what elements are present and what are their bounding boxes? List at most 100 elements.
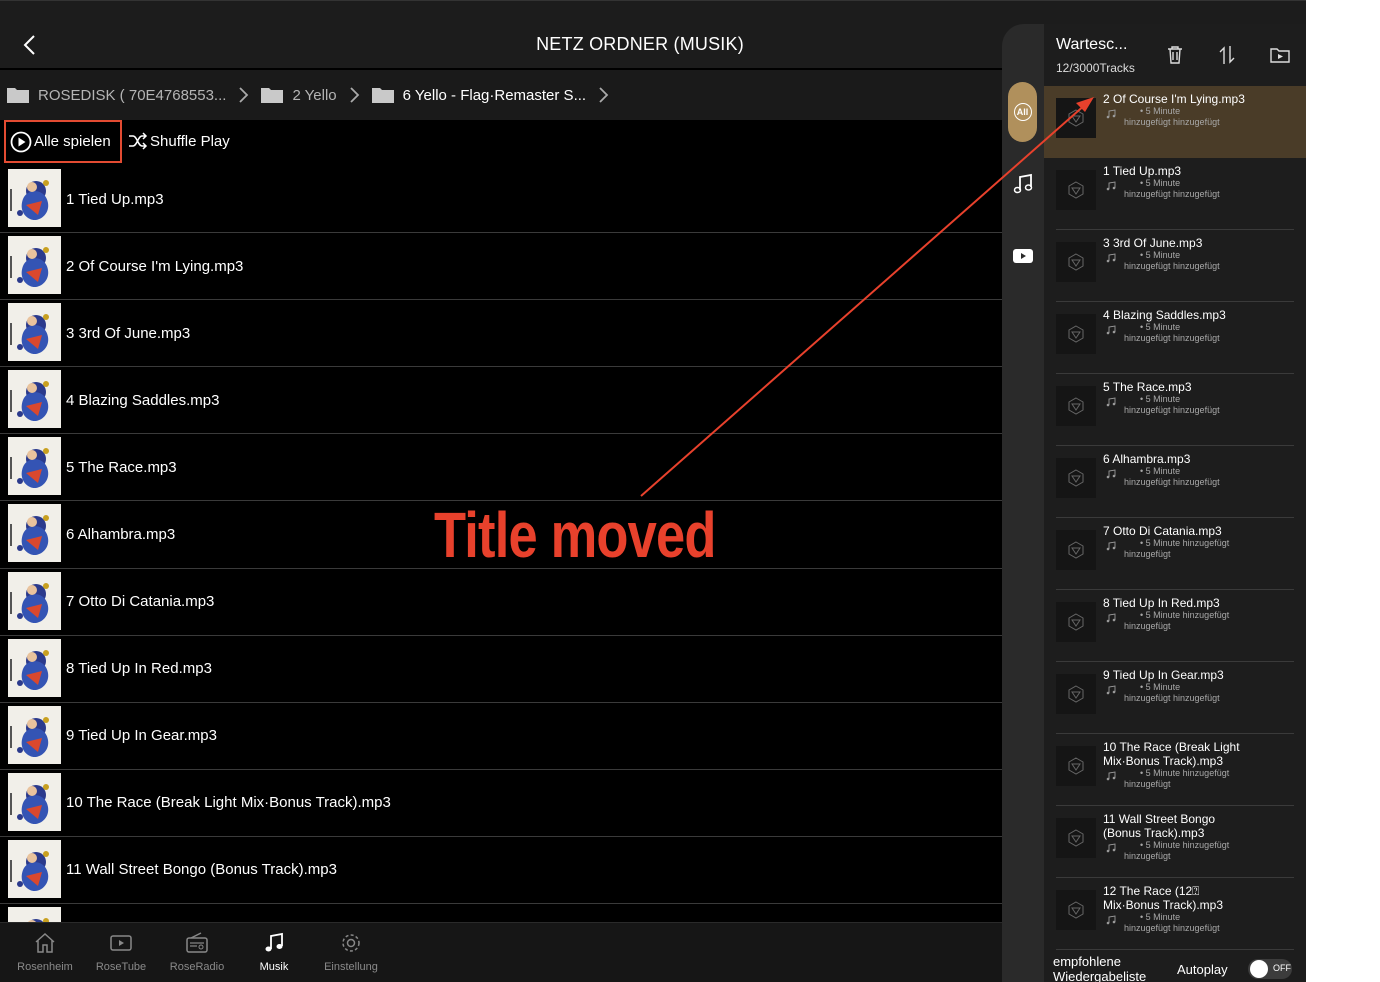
- track-row[interactable]: 9 Tied Up In Gear.mp3: [0, 703, 1002, 770]
- queue-item-duration: • 5 Minute: [1140, 466, 1181, 476]
- breadcrumb-item[interactable]: ROSEDISK ( 70E4768553...: [6, 85, 250, 105]
- autoplay-label: Autoplay: [1177, 962, 1228, 977]
- queue-item[interactable]: 5 The Race.mp3 • 5 Minute hinzugefügt hinz…: [1056, 374, 1294, 446]
- album-art-icon: [8, 907, 61, 922]
- nav-roseradio[interactable]: RoseRadio: [159, 931, 235, 973]
- disc-placeholder-icon: [1068, 109, 1084, 127]
- nav-label: Einstellung: [324, 961, 378, 973]
- queue-count: 12/3000Tracks: [1056, 61, 1135, 75]
- queue-item[interactable]: 3 3rd Of June.mp3 • 5 Minute hinzugefügt h…: [1056, 230, 1294, 302]
- page-title: NETZ ORDNER (MUSIK): [536, 34, 744, 54]
- queue-thumb: [1056, 890, 1096, 930]
- track-title: 11 Wall Street Bongo (Bonus Track).mp3: [66, 861, 337, 879]
- nav-musik[interactable]: Musik: [236, 931, 312, 973]
- music-note-icon[interactable]: [1011, 172, 1035, 196]
- album-art: [8, 772, 61, 831]
- annotation-text: Title moved: [434, 499, 716, 571]
- queue-item-name: 8 Tied Up In Red.mp3: [1103, 596, 1220, 610]
- queue-item-duration: • 5 Minute: [1140, 394, 1181, 404]
- reorder-icon[interactable]: [1216, 44, 1238, 66]
- queue-side-rail: All: [1002, 24, 1044, 982]
- folder-play-icon[interactable]: [1269, 44, 1291, 66]
- shuffle-play-button[interactable]: Shuffle Play: [128, 132, 230, 150]
- queue-item-added: hinzugefügt hinzugefügt: [1124, 117, 1220, 127]
- album-art-icon: [8, 236, 61, 295]
- queue-item[interactable]: 10 The Race (Break Light Mix·Bonus Track…: [1056, 734, 1294, 806]
- album-art: [8, 571, 61, 630]
- nav-rosenheim[interactable]: Rosenheim: [7, 931, 83, 973]
- queue-item[interactable]: 7 Otto Di Catania.mp3 • 5 Minute hinzugef…: [1056, 518, 1294, 590]
- track-title: 6 Alhambra.mp3: [66, 526, 176, 544]
- trash-icon[interactable]: [1164, 44, 1186, 66]
- queue-item-added: hinzugefügt hinzugefügt: [1124, 405, 1220, 415]
- disc-placeholder-icon: [1068, 901, 1084, 919]
- queue-item-name: 12 The Race (12⍰ Mix·Bonus Track).mp3: [1103, 884, 1224, 912]
- nav-label: RoseTube: [95, 961, 147, 973]
- album-art-icon: [8, 705, 61, 764]
- play-all-label: Alle spielen: [34, 133, 111, 150]
- queue-item-name: 10 The Race (Break Light Mix·Bonus Track…: [1103, 740, 1240, 768]
- track-row[interactable]: 1 Tied Up.mp3: [0, 166, 1002, 234]
- shuffle-label: Shuffle Play: [150, 132, 230, 150]
- queue-item[interactable]: 1 Tied Up.mp3 • 5 Minute hinzugefügt hinzu…: [1056, 158, 1294, 230]
- queue-item[interactable]: 9 Tied Up In Gear.mp3 • 5 Minute hinzugefü…: [1056, 662, 1294, 734]
- chevron-left-icon: [23, 35, 35, 55]
- nav-rosetube[interactable]: RoseTube: [83, 931, 159, 973]
- queue-item-duration: • 5 Minute: [1140, 912, 1181, 922]
- nav-label: Rosenheim: [17, 961, 73, 973]
- filter-all-button[interactable]: All: [1008, 82, 1037, 142]
- queue-item[interactable]: 12 The Race (12⍰ Mix·Bonus Track).mp3 • 5…: [1056, 878, 1294, 950]
- queue-item-playing[interactable]: 2 Of Course I'm Lying.mp3 • 5 Minute hinzu…: [1044, 86, 1306, 158]
- queue-item-added: hinzugefügt: [1124, 851, 1171, 861]
- queue-item-text: 2 Of Course I'm Lying.mp3 • 5 Minute hinzu…: [1103, 92, 1255, 128]
- album-art: [8, 236, 61, 295]
- music-note-icon: [1106, 181, 1116, 191]
- track-row[interactable]: 8 Tied Up In Red.mp3: [0, 636, 1002, 703]
- track-row-partial[interactable]: [0, 904, 1002, 922]
- track-row[interactable]: 3 3rd Of June.mp3: [0, 300, 1002, 368]
- nav-einstellung[interactable]: Einstellung: [313, 931, 389, 973]
- breadcrumb-item[interactable]: 2 Yello: [260, 85, 360, 105]
- queue-item-duration: • 5 Minute hinzugefügt: [1140, 610, 1230, 620]
- album-art: [8, 169, 61, 227]
- track-title: 9 Tied Up In Gear.mp3: [66, 727, 217, 745]
- queue-item-text: 12 The Race (12⍰ Mix·Bonus Track).mp3 • 5…: [1103, 884, 1255, 934]
- track-row[interactable]: 2 Of Course I'm Lying.mp3: [0, 233, 1002, 301]
- track-row[interactable]: 11 Wall Street Bongo (Bonus Track).mp3: [0, 837, 1002, 905]
- queue-thumb: [1056, 386, 1096, 426]
- track-row[interactable]: 7 Otto Di Catania.mp3: [0, 569, 1002, 636]
- queue-thumb: [1056, 170, 1096, 210]
- queue-item-text: 5 The Race.mp3 • 5 Minute hinzugefügt hinz…: [1103, 380, 1255, 416]
- queue-list: 2 Of Course I'm Lying.mp3 • 5 Minute hinzu…: [1044, 86, 1306, 952]
- queue-item[interactable]: 11 Wall Street Bongo (Bonus Track).mp3 • …: [1056, 806, 1294, 878]
- youtube-icon[interactable]: [1011, 244, 1035, 268]
- track-row[interactable]: 5 The Race.mp3: [0, 434, 1002, 502]
- track-row[interactable]: 4 Blazing Saddles.mp3: [0, 367, 1002, 435]
- queue-item-text: 9 Tied Up In Gear.mp3 • 5 Minute hinzugefü…: [1103, 668, 1255, 704]
- disc-placeholder-icon: [1068, 469, 1084, 487]
- back-button[interactable]: [16, 31, 44, 59]
- queue-item-text: 11 Wall Street Bongo (Bonus Track).mp3 • …: [1103, 812, 1255, 862]
- play-circle-icon: [10, 131, 32, 152]
- album-art: [8, 839, 61, 898]
- play-all-button[interactable]: Alle spielen: [4, 120, 122, 163]
- queue-item[interactable]: 4 Blazing Saddles.mp3 • 5 Minute hinzugefü…: [1056, 302, 1294, 374]
- queue-item-name: 11 Wall Street Bongo (Bonus Track).mp3: [1103, 812, 1216, 840]
- autoplay-toggle[interactable]: OFF: [1248, 959, 1292, 979]
- music-note-icon: [1106, 685, 1116, 695]
- album-art: [8, 638, 61, 697]
- queue-item-meta: • 5 Minute hinzugefügt hinzugefügt: [1103, 106, 1255, 128]
- album-art: [8, 303, 61, 362]
- queue-item[interactable]: 8 Tied Up In Red.mp3 • 5 Minute hinzugefü…: [1056, 590, 1294, 662]
- queue-item-added: hinzugefügt hinzugefügt: [1124, 923, 1220, 933]
- queue-item[interactable]: 6 Alhambra.mp3 • 5 Minute hinzugefügt hinz…: [1056, 446, 1294, 518]
- recommended-playlist-label[interactable]: empfohlene Wiedergabeliste: [1053, 954, 1173, 982]
- album-art: [8, 437, 61, 496]
- queue-item-text: 6 Alhambra.mp3 • 5 Minute hinzugefügt hinz…: [1103, 452, 1255, 488]
- queue-item-added: hinzugefügt: [1124, 549, 1171, 559]
- album-art: [8, 504, 61, 563]
- track-row[interactable]: 10 The Race (Break Light Mix·Bonus Track…: [0, 770, 1002, 837]
- track-title: 1 Tied Up.mp3: [66, 190, 164, 208]
- breadcrumb-item-current[interactable]: 6 Yello - Flag·Remaster S...: [371, 85, 610, 105]
- queue-item-text: 3 3rd Of June.mp3 • 5 Minute hinzugefügt h…: [1103, 236, 1255, 272]
